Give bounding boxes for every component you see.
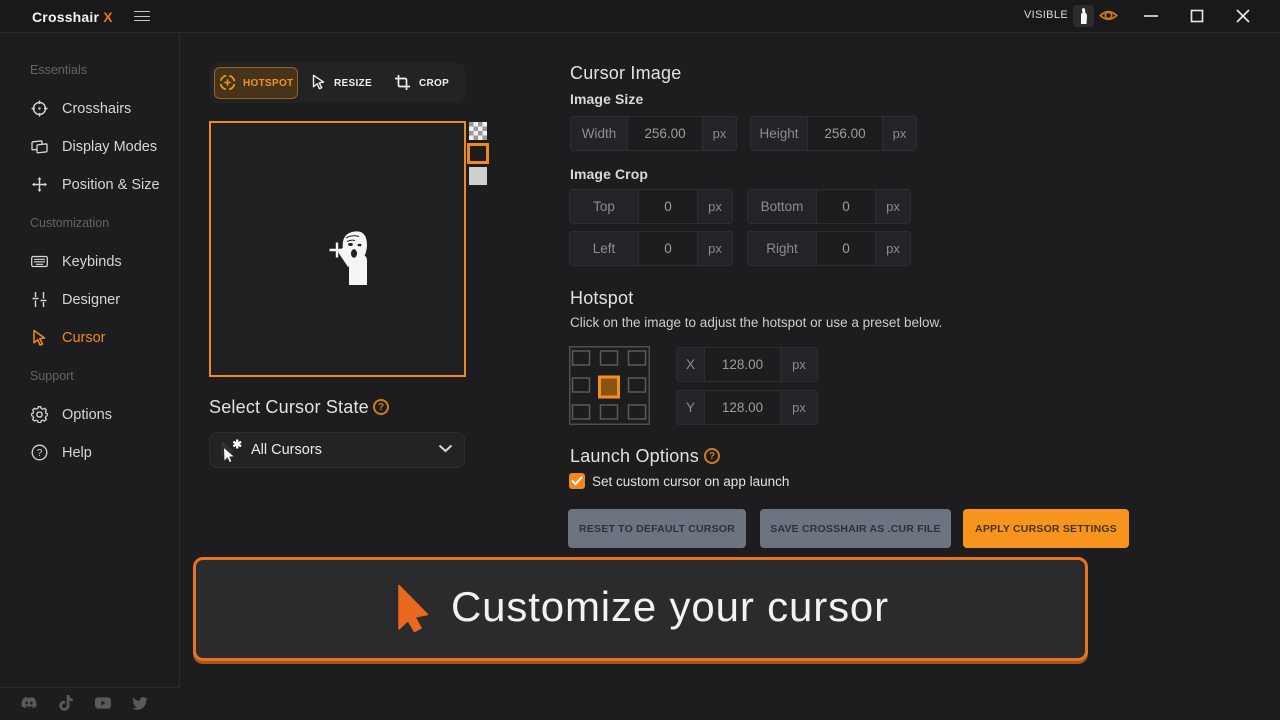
svg-text:?: ? (37, 448, 43, 459)
